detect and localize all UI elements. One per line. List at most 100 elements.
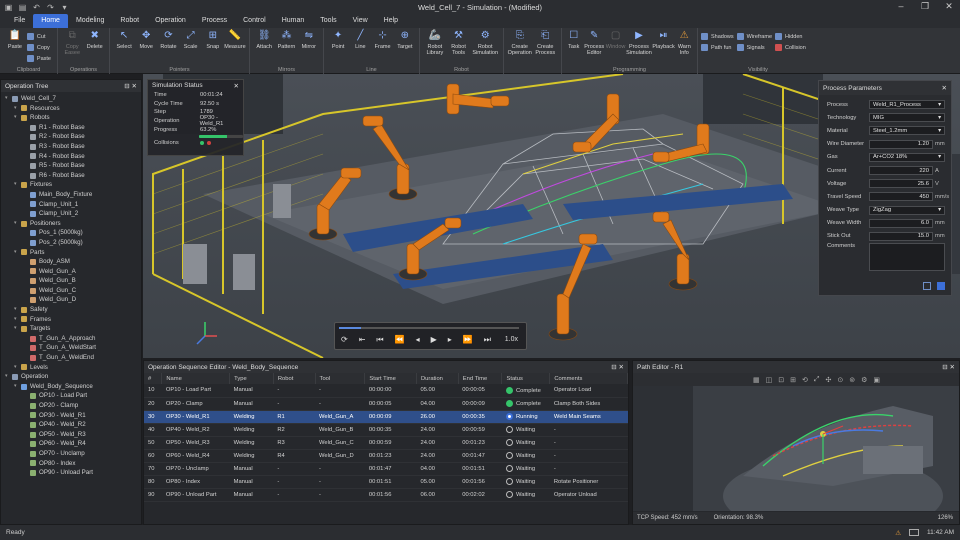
pe-tool-icon-10[interactable]: ⚙ (861, 376, 867, 384)
path-editor-close-icon[interactable]: ⊟ ✕ (942, 363, 955, 371)
pe-tool-icon-6[interactable]: ⤢ (814, 376, 820, 384)
tree-node[interactable]: R3 - Robot Base (5, 142, 139, 152)
expand-chevron-icon[interactable]: ▾ (14, 113, 21, 123)
param-input[interactable]: 25.6 (869, 179, 933, 189)
menu-process[interactable]: Process (194, 14, 235, 28)
tree-node[interactable]: Pos_1 (5000kg) (5, 228, 139, 238)
table-row[interactable]: 90 OP90 - Unload Part Manual - - 00:01:56 06.0… (144, 488, 628, 502)
tree-node[interactable]: ▾ Fixtures (5, 180, 139, 190)
minimize-icon[interactable]: – (894, 1, 908, 12)
tree-node[interactable]: R4 - Robot Base (5, 152, 139, 162)
expand-chevron-icon[interactable]: ▾ (5, 94, 12, 104)
tree-node[interactable]: R5 - Robot Base (5, 161, 139, 171)
timeline-slider[interactable] (339, 327, 519, 329)
tree-node[interactable]: Main_Body_Fixture (5, 190, 139, 200)
menu-file[interactable]: File (6, 14, 33, 28)
cut-button[interactable]: Cut (26, 32, 51, 41)
table-row[interactable]: 50 OP50 - Weld_R3 Welding R3 Weld_Gun_C 00:00… (144, 436, 628, 450)
expand-chevron-icon[interactable]: ▾ (14, 382, 21, 392)
param-select[interactable]: ZigZag ▾ (869, 205, 945, 215)
wireframe-toggle[interactable]: Wireframe (736, 32, 772, 41)
tree-node[interactable]: R2 - Robot Base (5, 132, 139, 142)
pe-tool-icon-8[interactable]: ⊙ (837, 376, 843, 384)
display-icon[interactable] (909, 529, 920, 536)
copy-button[interactable]: Copy (26, 43, 51, 52)
tree-node[interactable]: Clamp_Unit_1 (5, 200, 139, 210)
sim-status-close-icon[interactable]: ✕ (234, 82, 239, 90)
tree-node[interactable]: ▾ Frames (5, 315, 139, 325)
param-input[interactable]: 6.0 (869, 218, 933, 228)
tree-node[interactable]: ▾ Weld_Cell_7 (5, 94, 139, 104)
tree-node[interactable]: Body_ASM (5, 257, 139, 267)
tree-node[interactable]: OP80 - Index (5, 459, 139, 469)
table-row[interactable]: 80 OP80 - Index Manual - - 00:01:51 05.00 00:01… (144, 475, 628, 489)
tree-node[interactable]: ▾ Robots (5, 113, 139, 123)
column-header[interactable]: Robot (273, 373, 316, 384)
expand-chevron-icon[interactable]: ▾ (14, 219, 21, 229)
redo-icon[interactable]: ↷ (46, 3, 55, 12)
expand-chevron-icon[interactable]: ▾ (14, 180, 21, 190)
expand-chevron-icon[interactable]: ▾ (14, 248, 21, 258)
param-input[interactable]: 220 (869, 166, 933, 176)
playback-speed[interactable]: 1.0x (505, 336, 518, 343)
column-header[interactable]: Comments (549, 373, 628, 384)
param-select[interactable]: Weld_R1_Process ▾ (869, 100, 945, 110)
tree-node[interactable]: OP70 - Unclamp (5, 449, 139, 459)
expand-chevron-icon[interactable]: ▾ (14, 315, 21, 325)
tree-node[interactable]: Pos_2 (5000kg) (5, 238, 139, 248)
loop-icon[interactable]: ⟳ (341, 335, 348, 345)
expand-chevron-icon[interactable]: ▾ (5, 372, 12, 382)
tree-node[interactable]: ▾ Operation (5, 372, 139, 382)
sequence-editor-close-icon[interactable]: ⊟ ✕ (611, 363, 624, 371)
tree-node[interactable]: OP50 - Weld_R3 (5, 430, 139, 440)
paste-small-button[interactable]: Paste (26, 54, 51, 63)
pe-tool-icon-3[interactable]: ⊡ (778, 376, 784, 384)
expand-chevron-icon[interactable]: ▾ (14, 363, 21, 373)
menu-home[interactable]: Home (33, 14, 68, 28)
path-editor-zoom[interactable]: 126% (938, 515, 953, 521)
create-process-button[interactable]: ⎗ Create Process (533, 30, 559, 74)
column-header[interactable]: Start Time (364, 373, 417, 384)
tree-node[interactable]: ▾ Safety (5, 305, 139, 315)
expand-chevron-icon[interactable]: ▾ (14, 324, 21, 334)
shadows-toggle[interactable]: Shadows (701, 32, 734, 41)
tree-node[interactable]: OP30 - Weld_R1 (5, 411, 139, 421)
menu-help[interactable]: Help (376, 14, 406, 28)
pe-tool-icon-1[interactable]: ▦ (753, 376, 760, 384)
collision-toggle[interactable]: Collision (775, 43, 806, 52)
play-icon[interactable]: ▶ (431, 335, 437, 345)
tree-node[interactable]: T_Gun_A_WeldStart (5, 343, 139, 353)
tree-node[interactable]: OP40 - Weld_R2 (5, 420, 139, 430)
param-input[interactable]: 450 (869, 192, 933, 202)
maximize-icon[interactable]: ❐ (918, 1, 932, 12)
path-editor-view[interactable] (633, 386, 959, 511)
tree-node[interactable]: ▾ Targets (5, 324, 139, 334)
pe-tool-icon-9[interactable]: ⊚ (849, 376, 855, 384)
tree-node[interactable]: OP60 - Weld_R4 (5, 439, 139, 449)
pe-tool-icon-4[interactable]: ⊞ (790, 376, 796, 384)
tree-node[interactable]: Clamp_Unit_2 (5, 209, 139, 219)
param-select[interactable]: Steel_1.2mm ▾ (869, 126, 945, 136)
tree-node[interactable]: OP10 - Load Part (5, 391, 139, 401)
save-icon[interactable]: ▤ (18, 3, 27, 12)
fast-forward-icon[interactable]: ⏩ (463, 335, 473, 345)
tree-node[interactable]: ▾ Levels (5, 363, 139, 373)
customize-icon[interactable]: ▾ (60, 3, 69, 12)
table-row[interactable]: 70 OP70 - Unclamp Manual - - 00:01:47 04.00 00:… (144, 462, 628, 476)
table-row[interactable]: 60 OP60 - Weld_R4 Welding R4 Weld_Gun_D 00:01… (144, 449, 628, 463)
frame-back-icon[interactable]: ⏪ (395, 335, 405, 345)
tree-node[interactable]: T_Gun_A_WeldEnd (5, 353, 139, 363)
warning-icon[interactable]: ⚠ (895, 529, 901, 537)
save-params-icon[interactable] (937, 282, 945, 290)
panel-pin-icon[interactable]: ⊟ ✕ (124, 82, 137, 90)
column-header[interactable]: Tool (315, 373, 366, 384)
tree-node[interactable]: ▾ Resources (5, 104, 139, 114)
column-header[interactable]: Duration (416, 373, 459, 384)
menu-tools[interactable]: Tools (312, 14, 344, 28)
path-fun-toggle[interactable]: Path fun (701, 43, 734, 52)
pe-tool-icon-11[interactable]: ▣ (873, 376, 880, 384)
tree-node[interactable]: OP90 - Unload Part (5, 468, 139, 478)
menu-modeling[interactable]: Modeling (68, 14, 112, 28)
pe-tool-icon-2[interactable]: ◫ (766, 376, 773, 384)
export-icon[interactable] (923, 282, 931, 290)
